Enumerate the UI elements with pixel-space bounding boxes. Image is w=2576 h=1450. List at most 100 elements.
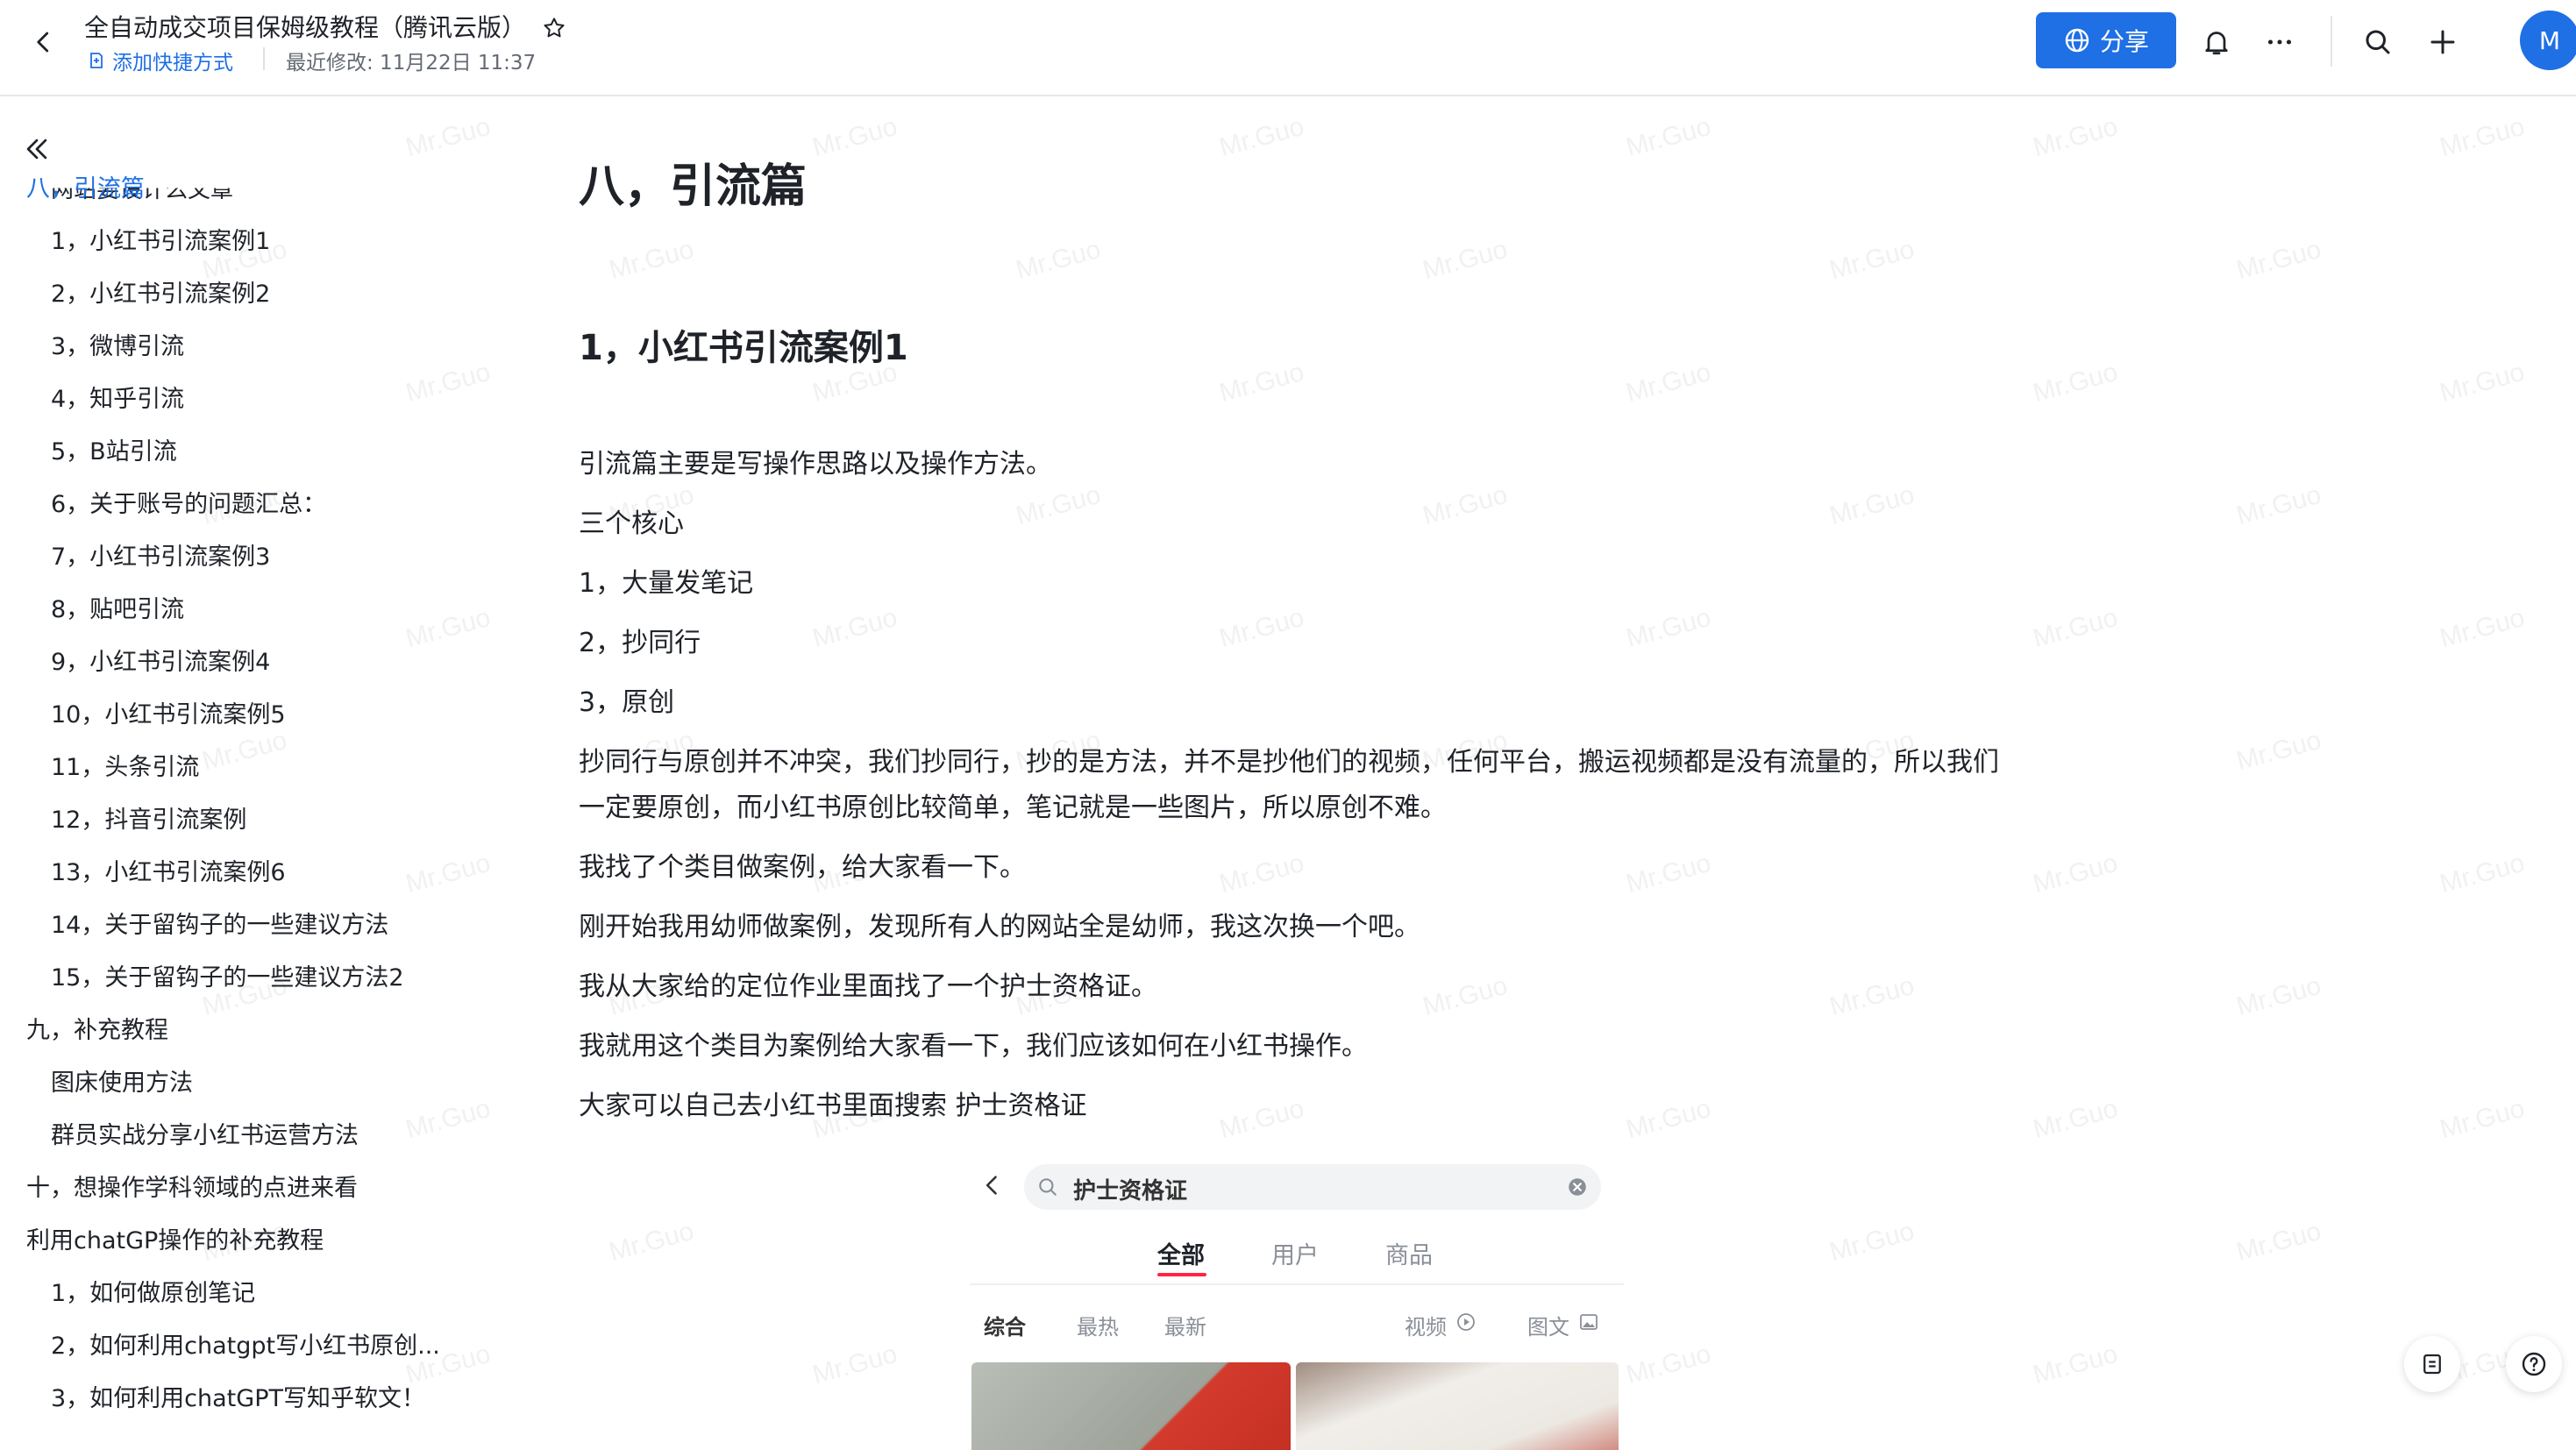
document-info-button[interactable] bbox=[2404, 1336, 2460, 1392]
watermark-text: Mr.Guo bbox=[2030, 1093, 2121, 1145]
watermark-text: Mr.Guo bbox=[2233, 725, 2324, 777]
meta-divider bbox=[263, 47, 265, 70]
star-icon bbox=[544, 18, 565, 38]
paragraph: 三个核心 bbox=[579, 508, 684, 539]
paragraph: 我从大家给的定位作业里面找了一个护士资格证。 bbox=[579, 971, 1157, 1002]
embedded-search-text: 护士资格证 bbox=[1073, 1178, 1188, 1205]
watermark-text: Mr.Guo bbox=[2437, 111, 2528, 163]
toc-item[interactable]: 3，微博引流 bbox=[51, 321, 184, 373]
toc-item[interactable]: 12，抖音引流案例 bbox=[51, 794, 246, 847]
add-shortcut-link[interactable]: 添加快捷方式 bbox=[86, 46, 233, 75]
toc-item[interactable]: 14，关于留钩子的一些建议方法 bbox=[51, 899, 388, 952]
paragraph: 我就用这个类目为案例给大家看一下，我们应该如何在小红书操作。 bbox=[579, 1031, 1368, 1062]
watermark-text: Mr.Guo bbox=[1013, 234, 1104, 286]
watermark-text: Mr.Guo bbox=[606, 234, 697, 286]
toc-item[interactable]: 八，引流篇 bbox=[26, 163, 145, 216]
share-label: 分享 bbox=[2099, 27, 2149, 56]
toc-item[interactable]: 群员实战分享小红书运营方法 bbox=[51, 1110, 359, 1162]
paragraph: 3，原创 bbox=[579, 687, 675, 718]
watermark-text: Mr.Guo bbox=[2233, 234, 2324, 286]
embedded-back-icon bbox=[975, 1168, 1010, 1203]
watermark-text: Mr.Guo bbox=[1826, 1216, 1918, 1268]
search-icon bbox=[1039, 1178, 1057, 1196]
watermark-text: Mr.Guo bbox=[2030, 111, 2121, 163]
embedded-thumbnail bbox=[971, 1362, 1291, 1450]
watermark-text: Mr.Guo bbox=[809, 1339, 900, 1390]
watermark-text: Mr.Guo bbox=[1623, 111, 1714, 163]
toc-item[interactable]: 11，头条引流 bbox=[51, 742, 199, 794]
document-title: 全自动成交项目保姆级教程（腾讯云版） bbox=[84, 13, 527, 42]
watermark-text: Mr.Guo bbox=[2437, 357, 2528, 409]
embedded-divider bbox=[970, 1283, 1624, 1285]
bell-icon bbox=[2205, 32, 2228, 55]
double-chevron-left-icon bbox=[26, 139, 47, 160]
embedded-filter: 图文 bbox=[1527, 1315, 1569, 1340]
paragraph: 大家可以自己去小红书里面搜索 护士资格证 bbox=[579, 1091, 1087, 1121]
header-divider bbox=[2330, 16, 2332, 67]
search-icon bbox=[2366, 30, 2390, 54]
globe-icon bbox=[2065, 28, 2089, 53]
toc-item[interactable]: 利用chatGP操作的补充教程 bbox=[26, 1215, 324, 1268]
paragraph: 1，大量发笔记 bbox=[579, 568, 754, 599]
watermark-text: Mr.Guo bbox=[809, 111, 900, 163]
toc-item[interactable]: 7，小红书引流案例3 bbox=[51, 531, 270, 584]
toc-item[interactable]: 9，小红书引流案例4 bbox=[51, 636, 270, 689]
chevron-left-icon bbox=[37, 32, 49, 53]
watermark-text: Mr.Guo bbox=[1623, 1339, 1714, 1390]
user-avatar[interactable]: M bbox=[2520, 11, 2576, 70]
shortcut-icon bbox=[90, 53, 103, 68]
embedded-tab: 用户 bbox=[1271, 1242, 1319, 1269]
watermark-text: Mr.Guo bbox=[2233, 1216, 2324, 1268]
toc-item[interactable]: 3，如何利用chatGPT写知乎软文！ bbox=[51, 1373, 425, 1425]
embedded-tab: 商品 bbox=[1385, 1242, 1433, 1269]
toc-item[interactable]: 2，小红书引流案例2 bbox=[51, 268, 270, 321]
toc-item[interactable]: 5，B站引流 bbox=[51, 426, 177, 479]
favorite-button[interactable] bbox=[537, 11, 572, 46]
toc-item[interactable]: 4，知乎引流 bbox=[51, 373, 184, 426]
toc-item[interactable]: 13，小红书引流案例6 bbox=[51, 847, 286, 899]
toc-item[interactable]: 图床使用方法 bbox=[51, 1057, 193, 1110]
embedded-filter: 最新 bbox=[1164, 1315, 1206, 1340]
paragraph: 刚开始我用幼师做案例，发现所有人的网站全是幼师，我这次换一个吧。 bbox=[579, 912, 1420, 942]
watermark-text: Mr.Guo bbox=[606, 1216, 697, 1268]
help-button[interactable] bbox=[2506, 1336, 2562, 1392]
watermark-text: Mr.Guo bbox=[2030, 357, 2121, 409]
avatar-initial: M bbox=[2538, 25, 2561, 55]
top-header: 全自动成交项目保姆级教程（腾讯云版） 添加快捷方式 最近修改: 11月22日 1… bbox=[0, 0, 2576, 96]
toc-item[interactable]: 九，补充教程 bbox=[26, 1005, 168, 1057]
toc-item[interactable]: 1，小红书引流案例1 bbox=[51, 216, 270, 268]
embedded-filter: 视频 bbox=[1405, 1315, 1447, 1340]
toc-item[interactable]: 10，小红书引流案例5 bbox=[51, 689, 286, 742]
question-icon bbox=[2522, 1352, 2546, 1376]
back-button[interactable] bbox=[21, 19, 67, 65]
section-heading: 八，引流篇 bbox=[579, 160, 808, 213]
more-options-button[interactable] bbox=[2257, 19, 2302, 65]
embedded-thumbnail bbox=[1296, 1362, 1619, 1450]
search-button[interactable] bbox=[2355, 19, 2401, 65]
chevron-left-icon bbox=[986, 1176, 997, 1195]
add-shortcut-label: 添加快捷方式 bbox=[112, 52, 233, 75]
notification-button[interactable] bbox=[2194, 19, 2239, 65]
watermark-text: Mr.Guo bbox=[2437, 848, 2528, 899]
watermark-text: Mr.Guo bbox=[2030, 1339, 2121, 1390]
embedded-screenshot[interactable]: 护士资格证 全部 用户 商品 综合 最热 最新 视频 图文 bbox=[970, 1152, 1624, 1450]
watermark-text: Mr.Guo bbox=[2437, 602, 2528, 654]
paragraph: 引流篇主要是写操作思路以及操作方法。 bbox=[579, 449, 1052, 480]
paragraph: 抄同行与原创并不冲突，我们抄同行，抄的是方法，并不是抄他们的视频，任何平台，搬运… bbox=[579, 747, 1999, 823]
embedded-filter: 综合 bbox=[984, 1315, 1026, 1340]
toc-item[interactable]: 1，如何做原创笔记 bbox=[51, 1268, 255, 1320]
watermark-text: Mr.Guo bbox=[2233, 480, 2324, 531]
toc-item[interactable]: 十，想操作学科领域的点进来看 bbox=[26, 1162, 358, 1215]
image-icon bbox=[1580, 1314, 1598, 1330]
create-button[interactable] bbox=[2420, 19, 2466, 65]
toc-item[interactable]: 6，关于账号的问题汇总： bbox=[51, 479, 326, 531]
watermark-text: Mr.Guo bbox=[1826, 234, 1918, 286]
last-modified-text: 最近修改: 11月22日 11:37 bbox=[286, 52, 537, 75]
document-icon bbox=[2423, 1354, 2441, 1375]
toc-item[interactable]: 15，关于留钩子的一些建议方法2 bbox=[51, 952, 404, 1005]
share-button[interactable]: 分享 bbox=[2036, 12, 2176, 68]
toc-item[interactable]: 8，贴吧引流 bbox=[51, 584, 184, 636]
table-of-contents-sidebar: 网站要设计么文章 八，引流篇 1，小红书引流案例1 2，小红书引流案例2 3，微博引流… bbox=[0, 96, 526, 1450]
toc-item[interactable]: 2，如何利用chatgpt写小红书原创... bbox=[51, 1320, 440, 1373]
embedded-filter: 最热 bbox=[1077, 1315, 1119, 1340]
